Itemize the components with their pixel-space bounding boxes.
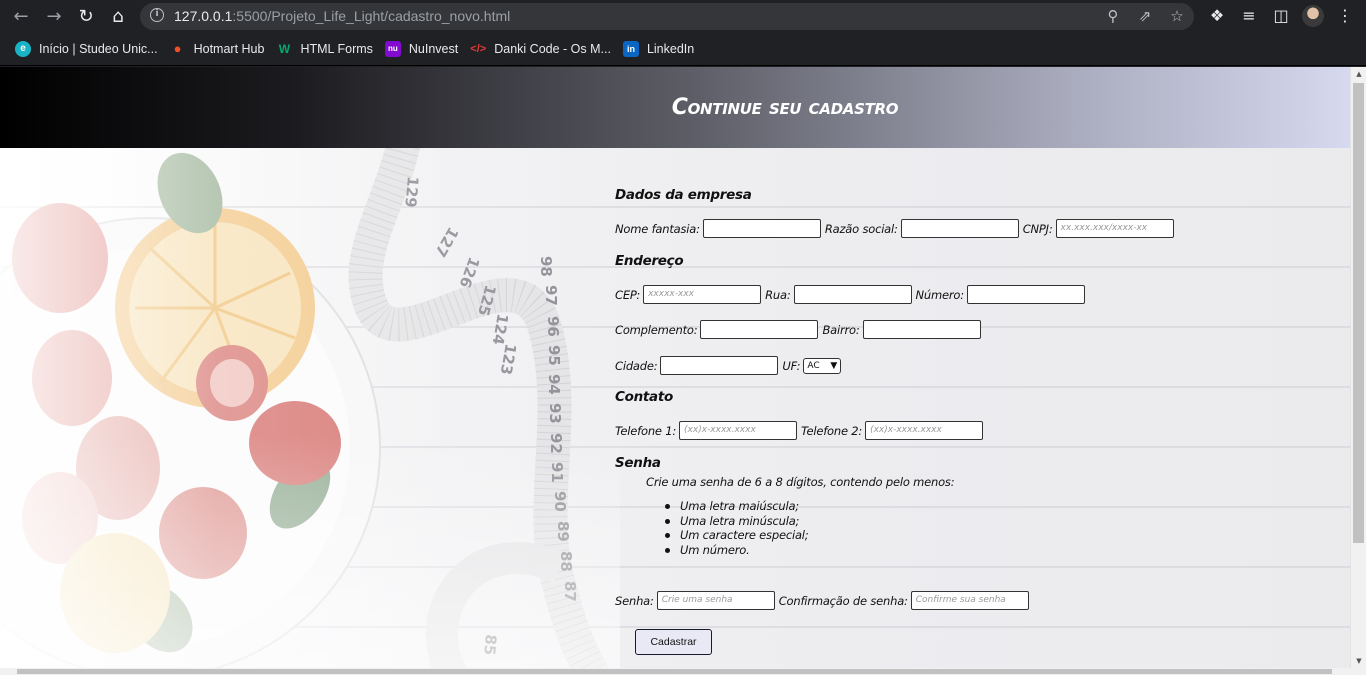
input-cep[interactable]: xxxxx-xxx bbox=[643, 285, 762, 304]
row-endereco-2: Complemento: Bairro: bbox=[615, 320, 985, 339]
bookmark-label: Hotmart Hub bbox=[193, 42, 265, 56]
input-telefone-2[interactable]: (xx)x-xxxx.xxxx bbox=[865, 421, 984, 440]
browser-toolbar: ← → ↻ ⌂ i 127.0.0.1:5500/Projeto_Life_Li… bbox=[0, 0, 1366, 33]
label-senha: Senha: bbox=[615, 593, 654, 608]
url-text[interactable]: 127.0.0.1:5500/Projeto_Life_Light/cadast… bbox=[174, 8, 510, 24]
input-telefone-1[interactable]: (xx)x-xxxx.xxxx bbox=[679, 421, 798, 440]
scroll-up-arrow-icon[interactable]: ▲ bbox=[1351, 67, 1366, 81]
label-cidade: Cidade: bbox=[615, 358, 658, 373]
label-bairro: Bairro: bbox=[822, 322, 860, 337]
cadastrar-button[interactable]: Cadastrar bbox=[635, 629, 712, 655]
bookmark-star-icon[interactable]: ☆ bbox=[1168, 7, 1186, 25]
chevron-down-icon: ▼ bbox=[830, 360, 838, 371]
reading-list-icon[interactable]: ≡ bbox=[1238, 5, 1260, 27]
share-icon[interactable]: ⇗ bbox=[1136, 7, 1154, 25]
bookmark-label: Danki Code - Os M... bbox=[494, 42, 611, 56]
bookmark-html-forms[interactable]: W HTML Forms bbox=[273, 35, 381, 63]
bookmarks-bar: e Início | Studeo Unic... ● Hotmart Hub … bbox=[0, 33, 1366, 66]
fruit-tape-background-image: 129 127 126 125 124 123 98 97 96 95 94 9… bbox=[0, 148, 620, 668]
bookmark-label: NuInvest bbox=[408, 42, 459, 56]
registration-form: Dados da empresa Nome fantasia: Razão so… bbox=[615, 148, 1315, 668]
list-item: Uma letra minúscula; bbox=[664, 514, 808, 529]
hotmart-flame-icon: ● bbox=[173, 41, 182, 56]
bookmark-label: Início | Studeo Unic... bbox=[39, 42, 158, 56]
label-cep: CEP: bbox=[615, 287, 641, 302]
input-cidade[interactable] bbox=[660, 356, 779, 375]
label-numero: Número: bbox=[915, 287, 965, 302]
site-info-icon[interactable]: i bbox=[150, 8, 164, 22]
label-telefone-1: Telefone 1: bbox=[615, 423, 677, 438]
forward-arrow-icon[interactable]: → bbox=[42, 5, 66, 29]
password-rules-list: Uma letra maiúscula; Uma letra minúscula… bbox=[664, 499, 809, 558]
label-cnpj: CNPJ: bbox=[1022, 221, 1053, 236]
label-telefone-2: Telefone 2: bbox=[801, 423, 863, 438]
input-nome-fantasia[interactable] bbox=[702, 219, 821, 238]
nuinvest-icon: nu bbox=[384, 41, 401, 57]
page-header: Continue seu cadastro bbox=[0, 67, 1350, 148]
studeo-icon: e bbox=[15, 41, 31, 57]
vertical-scroll-thumb[interactable] bbox=[1353, 83, 1364, 543]
input-razao-social[interactable] bbox=[900, 219, 1019, 238]
input-senha[interactable]: Crie uma senha bbox=[656, 591, 775, 610]
select-uf[interactable]: AC ▼ bbox=[803, 357, 842, 374]
bookmark-danki[interactable]: </> Danki Code - Os M... bbox=[467, 35, 620, 63]
section-title-empresa: Dados da empresa bbox=[615, 187, 752, 203]
input-cnpj[interactable]: xx.xxx.xxx/xxxx-xx bbox=[1055, 219, 1174, 238]
section-title-endereco: Endereço bbox=[615, 253, 684, 269]
linkedin-icon: in bbox=[622, 41, 639, 57]
bookmark-label: HTML Forms bbox=[300, 42, 373, 56]
input-rua[interactable] bbox=[793, 285, 912, 304]
bookmark-studeo[interactable]: e Início | Studeo Unic... bbox=[12, 35, 167, 63]
vertical-scrollbar[interactable]: ▲ ▼ bbox=[1350, 67, 1366, 668]
select-uf-value: AC bbox=[807, 360, 820, 371]
label-nome-fantasia: Nome fantasia: bbox=[615, 221, 700, 236]
bookmark-linkedin[interactable]: in LinkedIn bbox=[620, 35, 703, 63]
label-razao-social: Razão social: bbox=[824, 221, 898, 236]
input-numero[interactable] bbox=[966, 285, 1085, 304]
input-complemento[interactable] bbox=[700, 320, 819, 339]
section-title-senha: Senha bbox=[615, 455, 661, 471]
code-brackets-icon: </> bbox=[470, 43, 487, 55]
side-panel-icon[interactable]: ◫ bbox=[1270, 5, 1292, 27]
label-uf: UF: bbox=[782, 358, 801, 373]
label-rua: Rua: bbox=[765, 287, 791, 302]
password-rules-intro: Crie uma senha de 6 a 8 dígitos, contend… bbox=[646, 475, 955, 489]
w3-icon: W bbox=[278, 42, 291, 56]
row-endereco-1: CEP: xxxxx-xxx Rua: Número: bbox=[615, 285, 1089, 304]
list-item: Um número. bbox=[664, 543, 808, 558]
input-bairro[interactable] bbox=[862, 320, 981, 339]
page-viewport: Continue seu cadastro Dados da empresa N… bbox=[0, 67, 1350, 668]
row-empresa: Nome fantasia: Razão social: CNPJ: xx.xx… bbox=[615, 219, 1178, 238]
row-endereco-3: Cidade: UF: AC ▼ bbox=[615, 356, 842, 375]
profile-avatar[interactable] bbox=[1302, 5, 1324, 27]
back-arrow-icon[interactable]: ← bbox=[9, 5, 33, 29]
menu-kebab-icon[interactable]: ⋮ bbox=[1334, 5, 1356, 27]
zoom-icon[interactable]: ⚲ bbox=[1104, 7, 1122, 25]
row-senha: Senha: Crie uma senha Confirmação de sen… bbox=[615, 591, 1033, 610]
bookmark-label: LinkedIn bbox=[646, 42, 695, 56]
home-icon[interactable]: ⌂ bbox=[106, 5, 130, 29]
bookmark-hotmart[interactable]: ● Hotmart Hub bbox=[167, 35, 274, 63]
horizontal-scroll-thumb[interactable] bbox=[17, 669, 1332, 674]
page-title: Continue seu cadastro bbox=[671, 95, 899, 120]
label-complemento: Complemento: bbox=[615, 322, 698, 337]
list-item: Uma letra maiúscula; bbox=[664, 499, 808, 514]
horizontal-scrollbar[interactable] bbox=[0, 668, 1366, 675]
row-contato: Telefone 1: (xx)x-xxxx.xxxx Telefone 2: … bbox=[615, 421, 987, 440]
scroll-down-arrow-icon[interactable]: ▼ bbox=[1351, 654, 1366, 668]
bookmark-nuinvest[interactable]: nu NuInvest bbox=[382, 35, 467, 63]
list-item: Um caractere especial; bbox=[664, 528, 809, 542]
reload-icon[interactable]: ↻ bbox=[74, 5, 98, 29]
input-confirmacao-senha[interactable]: Confirme sua senha bbox=[910, 591, 1029, 610]
address-bar[interactable]: i 127.0.0.1:5500/Projeto_Life_Light/cada… bbox=[140, 3, 1194, 30]
extensions-puzzle-icon[interactable]: ❖ bbox=[1206, 5, 1228, 27]
section-title-contato: Contato bbox=[615, 389, 673, 405]
label-confirmacao-senha: Confirmação de senha: bbox=[778, 593, 908, 608]
